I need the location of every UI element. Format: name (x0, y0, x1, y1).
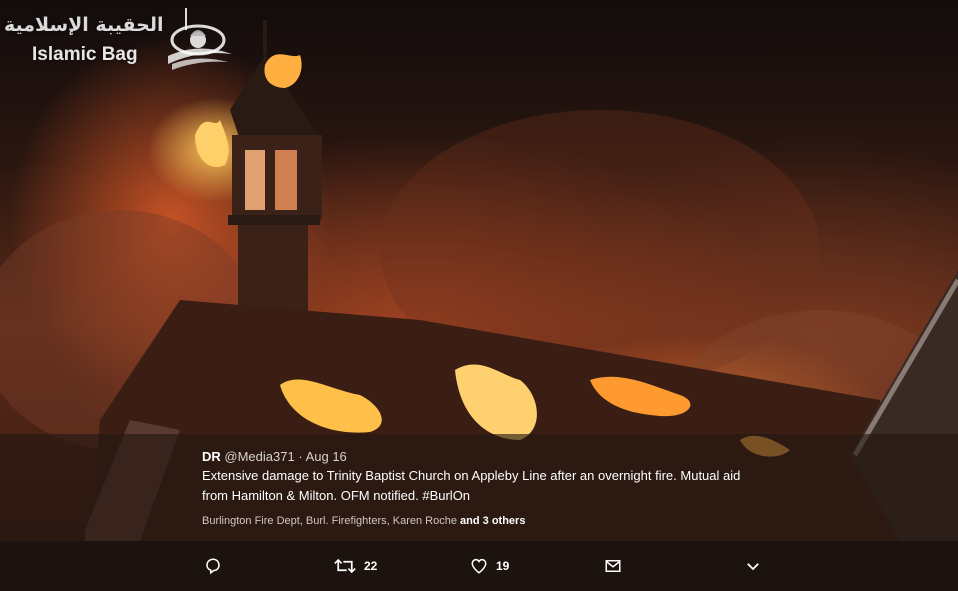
tweet-text: Extensive damage to Trinity Baptist Chur… (202, 468, 741, 503)
retweet-count: 22 (364, 559, 378, 573)
chevron-down-icon (747, 563, 759, 571)
direct-message-button[interactable] (604, 557, 622, 575)
tweet-action-bar: 22 19 (0, 541, 958, 591)
islamic-bag-logo-icon (168, 8, 232, 70)
tweet-photo[interactable]: الحقيبة الإسلامية Islamic Bag DR @Media3… (0, 0, 958, 541)
watermark-arabic-text: الحقيبة الإسلامية (4, 14, 164, 36)
meta-separator: · (298, 449, 303, 464)
liked-by-line[interactable]: Burlington Fire Dept, Burl. Firefighters… (202, 515, 525, 527)
more-options-button[interactable] (744, 557, 762, 575)
heart-icon (471, 558, 487, 574)
retweet-icon (334, 558, 356, 574)
envelope-icon (605, 560, 621, 572)
liked-by-and: and (460, 515, 480, 527)
retweet-button[interactable]: 22 (334, 557, 377, 575)
watermark: الحقيبة الإسلامية Islamic Bag (0, 6, 240, 76)
watermark-latin-text: Islamic Bag (32, 44, 138, 65)
liked-by-others[interactable]: 3 others (483, 515, 526, 527)
tweet-header: DR @Media371 · Aug 16 (202, 449, 347, 464)
author-name[interactable]: DR (202, 449, 221, 464)
liked-by-names[interactable]: Burlington Fire Dept, Burl. Firefighters… (202, 515, 457, 527)
reply-button[interactable] (204, 557, 222, 575)
author-handle[interactable]: @Media371 (224, 449, 294, 464)
like-count: 19 (496, 559, 510, 573)
like-button[interactable]: 19 (470, 557, 509, 575)
reply-icon (206, 558, 220, 575)
tweet-date[interactable]: Aug 16 (306, 449, 347, 464)
